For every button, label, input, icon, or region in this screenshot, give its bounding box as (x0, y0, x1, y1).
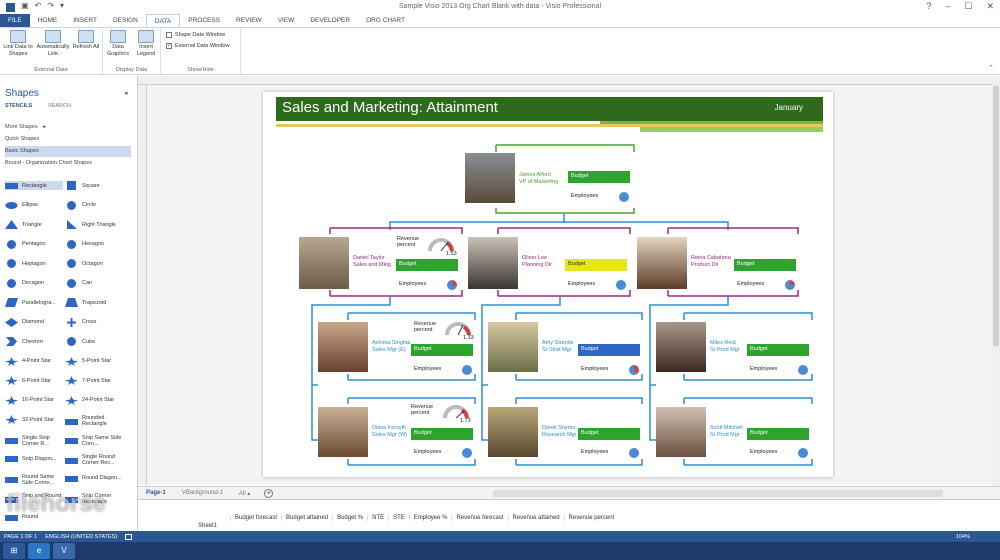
column-header[interactable]: Revenue percent (563, 515, 619, 521)
node-role: Sr Prod Mgr (710, 347, 740, 353)
budget-bar: Budget (565, 259, 627, 271)
node-name: Diane Forsyth (372, 425, 407, 431)
node-role: Research Mgr (542, 432, 577, 438)
language-indicator[interactable]: ENGLISH (UNITED STATES) (45, 534, 117, 540)
node-name: James Alford (519, 172, 551, 178)
employees-indicator (629, 365, 639, 375)
node-role: VP of Marketing (519, 179, 559, 185)
budget-bar: Budget (411, 428, 473, 440)
page-tabs-bar: Page-1 VBackground-1 All ▴ + (138, 486, 1000, 499)
person-photo (656, 322, 706, 372)
sheet-tab[interactable]: Sheet1 (198, 523, 217, 529)
person-photo (488, 322, 538, 372)
column-header[interactable]: Employee % (408, 515, 452, 521)
person-photo (656, 407, 706, 457)
person-photo (488, 407, 538, 457)
node-role: Sales Mgr (E) (372, 347, 406, 353)
windows-taskbar: ⊞ e V (0, 542, 1000, 560)
node-role: Sales and Mktg (353, 262, 391, 268)
employees-indicator (447, 280, 457, 290)
person-photo (299, 237, 349, 289)
column-header[interactable]: Budget forecast (230, 515, 281, 521)
visio-taskbar-icon[interactable]: V (53, 543, 75, 559)
node-role: Sr Strat Mgr (542, 347, 572, 353)
person-photo (465, 153, 515, 203)
node-name: Derek Snyder (542, 425, 576, 431)
employees-indicator (462, 448, 472, 458)
page-indicator[interactable]: PAGE 1 OF 1 (4, 534, 37, 540)
employees-label: Employees (581, 366, 609, 372)
horizontal-scrollbar[interactable] (493, 490, 943, 497)
data-columns: Budget forecast Budget attained Budget %… (230, 515, 618, 521)
employees-indicator (619, 192, 629, 202)
node-name: Amy Strande (542, 340, 574, 346)
external-data-window: Budget forecast Budget attained Budget %… (138, 499, 1000, 531)
column-header[interactable]: Budget attained (281, 515, 332, 521)
employees-label: Employees (568, 281, 596, 287)
revenue-gauge (445, 322, 471, 336)
gauge-value: 1.53 (446, 251, 457, 257)
employees-indicator (798, 448, 808, 458)
node-name: Miles Reid (710, 340, 736, 346)
column-header[interactable]: Budget % (332, 515, 367, 521)
column-header[interactable]: NTE (367, 515, 388, 521)
node-role: Sales Mgr (W) (372, 432, 408, 438)
add-page-icon[interactable]: + (264, 488, 274, 498)
column-header[interactable]: Revenue forecast (451, 515, 507, 521)
budget-bar: Budget (747, 428, 809, 440)
budget-bar: Budget (578, 428, 640, 440)
budget-bar: Budget (568, 171, 630, 183)
watermark-logo: filehorse (6, 490, 107, 517)
all-pages-dropdown[interactable]: All ▴ (231, 490, 258, 497)
budget-bar: Budget (747, 344, 809, 356)
employees-label: Employees (750, 366, 778, 372)
employees-label: Employees (571, 193, 599, 199)
employees-label: Employees (399, 281, 427, 287)
employees-indicator (462, 365, 472, 375)
macro-icon[interactable] (125, 533, 133, 540)
node-name: Reina Cabatana (691, 255, 731, 261)
revenue-percent-label: Revenue percent (411, 404, 434, 416)
revenue-percent-label: Revenue percent (414, 321, 437, 333)
start-icon[interactable]: ⊞ (3, 543, 25, 559)
zoom-level[interactable]: 104% (956, 534, 970, 540)
person-photo (318, 407, 368, 457)
employees-label: Employees (737, 281, 765, 287)
status-bar: PAGE 1 OF 1 ENGLISH (UNITED STATES) 104% (0, 531, 1000, 542)
employees-label: Employees (414, 366, 442, 372)
budget-bar: Budget (411, 344, 473, 356)
internet-explorer-icon[interactable]: e (28, 543, 50, 559)
budget-bar: Budget (734, 259, 796, 271)
column-header[interactable]: STE (388, 515, 409, 521)
node-role: Planning Dir (522, 262, 552, 268)
employees-indicator (616, 280, 626, 290)
budget-bar: Budget (396, 259, 458, 271)
employees-indicator (629, 448, 639, 458)
gauge-value: 1.33 (463, 335, 474, 341)
node-name: Ashima Singhal (372, 340, 411, 346)
tab-background-1[interactable]: VBackground-1 (174, 490, 231, 496)
revenue-gauge (428, 238, 454, 252)
node-role: Sr Prod Mgr (710, 432, 740, 438)
node-name: Daniel Taylor (353, 255, 385, 261)
revenue-gauge (443, 405, 469, 419)
budget-bar: Budget (578, 344, 640, 356)
node-name: Scott Mitchell (710, 425, 743, 431)
gauge-value: 1.73 (460, 418, 471, 424)
tab-page-1[interactable]: Page-1 (138, 490, 174, 496)
person-photo (468, 237, 518, 289)
employees-label: Employees (581, 449, 609, 455)
node-role: Product Dir (691, 262, 719, 268)
person-photo (318, 322, 368, 372)
employees-indicator (785, 280, 795, 290)
revenue-percent-label: Revenue percent (397, 236, 420, 248)
column-header[interactable]: Revenue attained (507, 515, 564, 521)
employees-label: Employees (414, 449, 442, 455)
person-photo (637, 237, 687, 289)
employees-label: Employees (750, 449, 778, 455)
employees-indicator (798, 365, 808, 375)
node-name: Oliver Lee (522, 255, 548, 261)
